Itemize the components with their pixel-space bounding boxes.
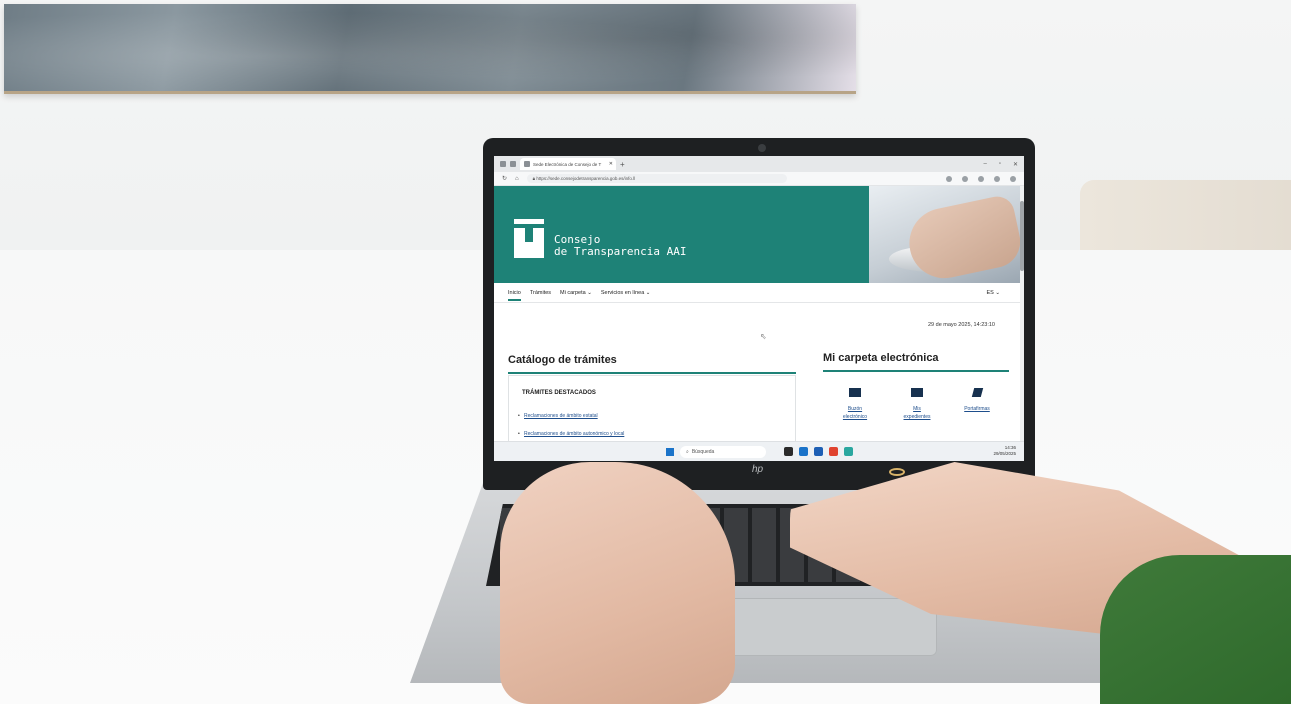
taskbar-search[interactable]: ⌕ Búsqueda [680,446,766,458]
folder-divider [823,370,1009,372]
refresh-icon[interactable]: ↻ [502,175,507,182]
catalog-title: Catálogo de trámites [508,354,617,366]
site-banner: Consejo de Transparencia AAI [494,186,1024,285]
folder-item-portafirmas[interactable]: Portafirmas [952,388,1002,413]
laptop-screen: Sede Electrónica de Consejo de T ✕ + – ▫… [494,156,1024,461]
search-icon: ⌕ [686,449,689,455]
browser-menu-icon[interactable] [500,161,506,167]
nav-mi-carpeta[interactable]: Mi carpeta ⌄ [560,290,592,296]
url-input[interactable]: 🔒︎ https://sede.consejodetransparencia.g… [526,174,787,183]
language-selector[interactable]: ES ⌄ [987,290,1000,296]
hp-logo: hp [752,464,764,475]
brand-logo-icon[interactable] [514,219,544,259]
minimize-icon[interactable]: – [983,161,986,168]
edge-icon[interactable] [844,447,853,456]
start-menu-icon[interactable] [666,448,674,456]
favorite-icon[interactable] [962,175,968,182]
featured-title: TRÁMITES DESTACADOS [522,390,596,396]
green-sleeve [1100,555,1291,704]
current-datetime: 29 de mayo 2025, 14:23:10 [928,322,995,328]
address-bar: ↻ ⌂ 🔒︎ https://sede.consejodetransparenc… [494,172,1024,186]
nav-inicio[interactable]: Inicio [508,290,521,301]
taskview-icon[interactable] [784,447,793,456]
nav-tramites[interactable]: Trámites [530,290,551,296]
envelope-icon [849,388,861,397]
mouse-cursor-icon: ⇖ [760,332,767,341]
folder-item-buzon[interactable]: Buzón electrónico [830,388,880,421]
site-nav: Inicio Trámites Mi carpeta ⌄ Servicios e… [494,283,1024,303]
read-aloud-icon[interactable] [946,175,952,182]
favorites-list-icon[interactable] [978,175,984,182]
catalog-divider [508,372,796,374]
folder-item-expedientes[interactable]: Mis expedientes [892,388,942,421]
nav-servicios[interactable]: Servicios en línea ⌄ [601,290,651,296]
close-tab-icon[interactable]: ✕ [609,161,613,167]
ring [889,468,905,476]
left-hand [500,462,735,704]
lock-icon: 🔒︎ [532,176,536,181]
folder-icon [911,388,923,397]
link-reclamaciones-estatal[interactable]: Reclamaciones de ámbito estatal [518,413,598,419]
maximize-icon[interactable]: ▫ [999,161,1001,168]
site-favicon-icon [524,161,530,167]
close-window-icon[interactable]: ✕ [1013,161,1018,168]
windows-taskbar: ⌕ Búsqueda 14:36 29/05/2025 [494,441,1024,461]
store-icon[interactable] [799,447,808,456]
banner-photo [869,186,1024,285]
scrollbar-thumb[interactable] [1020,201,1024,271]
new-tab-icon[interactable]: + [620,160,625,169]
extensions-icon[interactable] [994,175,1000,182]
folder-title: Mi carpeta electrónica [823,352,939,364]
webcam [758,144,766,152]
firefox-icon[interactable] [829,447,838,456]
outlook-icon[interactable] [814,447,823,456]
wall-painting [4,4,856,94]
profile-icon[interactable] [1010,175,1016,182]
link-reclamaciones-autonomico[interactable]: Reclamaciones de ámbito autonómico y loc… [518,431,624,437]
tab-actions-icon[interactable] [510,161,516,167]
browser-tabbar: Sede Electrónica de Consejo de T ✕ + – ▫… [494,156,1024,172]
system-tray[interactable]: 14:36 29/05/2025 [993,445,1016,457]
browser-tab[interactable]: Sede Electrónica de Consejo de T ✕ [520,158,616,170]
brand-name[interactable]: Consejo de Transparencia AAI [554,234,686,258]
pen-icon [971,388,983,397]
home-icon[interactable]: ⌂ [515,176,519,182]
tray-date: 29/05/2025 [993,451,1016,456]
tab-title: Sede Electrónica de Consejo de T [533,161,602,167]
